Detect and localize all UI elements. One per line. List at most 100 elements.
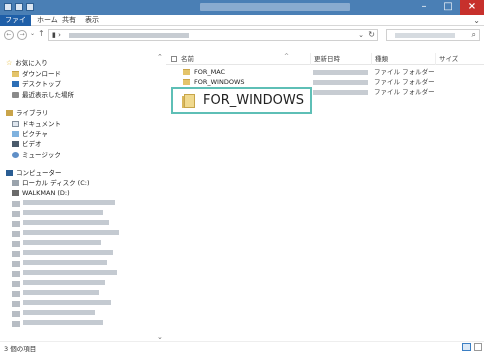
network-drive-icon (12, 271, 20, 277)
new-folder-icon[interactable] (26, 3, 34, 11)
date-redacted (313, 70, 368, 75)
nav-computer[interactable]: コンピューター (6, 168, 62, 178)
library-icon (6, 110, 13, 116)
redacted-label (23, 210, 103, 215)
column-header-row: 名前 ^ 更新日時 種類 サイズ (166, 53, 484, 65)
column-header-type[interactable]: 種類 (371, 53, 388, 65)
redacted-label (23, 200, 115, 205)
nav-videos[interactable]: ビデオ (12, 139, 42, 149)
chevron-up-icon[interactable]: ⌃ (157, 53, 163, 61)
nav-desktop[interactable]: デスクトップ (12, 79, 61, 89)
redacted-label (23, 260, 107, 265)
nav-network-item[interactable] (12, 289, 99, 299)
nav-network-item[interactable] (12, 299, 111, 309)
chevron-down-icon[interactable]: ⌄ (473, 15, 480, 26)
maximize-button[interactable]: □ (436, 0, 460, 15)
nav-downloads[interactable]: ダウンロード (12, 69, 61, 79)
star-icon: ☆ (6, 59, 13, 67)
music-icon (12, 152, 19, 158)
nav-network-item[interactable] (12, 239, 101, 249)
network-drive-icon (12, 261, 20, 267)
nav-network-item[interactable] (12, 319, 103, 329)
nav-network-item[interactable] (12, 259, 107, 269)
nav-documents[interactable]: ドキュメント (12, 119, 61, 129)
navigation-pane: ☆ お気に入り ダウンロード デスクトップ 最近表示した場所 ライブラリ ドキュメ… (0, 53, 166, 341)
nav-local-disk[interactable]: ローカル ディスク (C:) (12, 178, 89, 188)
item-count: 3 個の項目 (4, 345, 37, 352)
column-header-size[interactable]: サイズ (435, 53, 458, 65)
nav-libraries[interactable]: ライブラリ (6, 108, 49, 118)
documents-icon (12, 121, 19, 127)
redacted-label (23, 230, 119, 235)
nav-music[interactable]: ミュージック (12, 150, 61, 160)
nav-favorites[interactable]: ☆ お気に入り (6, 58, 48, 68)
properties-icon[interactable] (15, 3, 23, 11)
minimize-button[interactable]: – (412, 0, 436, 15)
forward-button[interactable]: → (17, 30, 27, 40)
nav-network-item[interactable] (12, 279, 105, 289)
redacted-label (23, 290, 99, 295)
nav-network-item[interactable] (12, 269, 117, 279)
refresh-icon[interactable]: ↻ (368, 30, 375, 39)
large-icons-view-icon[interactable] (474, 343, 482, 351)
file-type: ファイル フォルダー (374, 78, 435, 86)
date-redacted (313, 90, 368, 95)
computer-icon (6, 170, 13, 176)
search-placeholder-redacted (395, 33, 455, 38)
redacted-label (23, 240, 101, 245)
search-icon[interactable]: ⌕ (472, 30, 476, 40)
redacted-label (23, 250, 113, 255)
download-folder-icon (12, 71, 19, 77)
recent-locations-chevron-icon[interactable]: ⌄ (30, 30, 35, 37)
folder-icon[interactable] (4, 3, 12, 11)
address-field[interactable]: ▮ › ⌄ ↻ (48, 29, 378, 41)
redacted-label (23, 320, 103, 325)
details-view-icon[interactable] (462, 343, 471, 351)
select-all-checkbox[interactable] (171, 56, 177, 62)
network-drive-icon (12, 291, 20, 297)
file-type: ファイル フォルダー (374, 68, 435, 76)
nav-pane-scrollbar[interactable]: ⌃ ⌄ (157, 53, 166, 341)
column-header-name[interactable]: 名前 (178, 53, 194, 65)
hard-drive-icon (12, 180, 19, 186)
nav-walkman[interactable]: WALKMAN (D:) (12, 188, 70, 198)
tab-file[interactable]: ファイル (0, 15, 31, 35)
videos-icon (12, 141, 19, 147)
search-input[interactable]: ⌕ (386, 29, 480, 41)
network-drive-icon (12, 301, 20, 307)
tab-share[interactable]: 共有 (58, 15, 80, 26)
pictures-icon (12, 131, 19, 137)
nav-recent-places[interactable]: 最近表示した場所 (12, 90, 74, 100)
redacted-label (23, 300, 111, 305)
back-button[interactable]: ← (4, 30, 14, 40)
nav-network-item[interactable] (12, 209, 103, 219)
nav-network-item[interactable] (12, 249, 113, 259)
quick-access-toolbar (4, 3, 34, 11)
title-bar: – □ × (0, 0, 484, 15)
nav-network-item[interactable] (12, 199, 115, 209)
network-drive-icon (12, 221, 20, 227)
close-button[interactable]: × (460, 0, 484, 15)
nav-network-item[interactable] (12, 219, 109, 229)
nav-pictures[interactable]: ピクチャ (12, 129, 48, 139)
chevron-down-icon[interactable]: ⌄ (157, 333, 163, 341)
network-drive-icon (12, 311, 20, 317)
tab-view[interactable]: 表示 (81, 15, 103, 26)
callout-folder-name: FOR_WINDOWS (203, 93, 305, 108)
up-arrow-icon[interactable]: ↑ (38, 29, 45, 38)
nav-network-item[interactable] (12, 309, 95, 319)
redacted-label (23, 220, 109, 225)
column-header-date[interactable]: 更新日時 (310, 53, 340, 65)
network-drive-icon (12, 251, 20, 257)
network-drive-icon (12, 231, 20, 237)
window-title-redacted (200, 3, 350, 11)
table-row[interactable]: FOR_WINDOWS ファイル フォルダー (166, 77, 484, 87)
date-redacted (313, 80, 368, 85)
redacted-label (23, 310, 95, 315)
table-row[interactable]: FOR_MAC ファイル フォルダー (166, 67, 484, 77)
address-bar-row: ← → ⌄ ↑ ▮ › ⌄ ↻ ⌕ (0, 27, 484, 43)
nav-network-item[interactable] (12, 229, 119, 239)
chevron-down-icon[interactable]: ⌄ (358, 31, 364, 39)
address-path-redacted (69, 33, 189, 38)
sort-ascending-icon: ^ (284, 53, 290, 60)
